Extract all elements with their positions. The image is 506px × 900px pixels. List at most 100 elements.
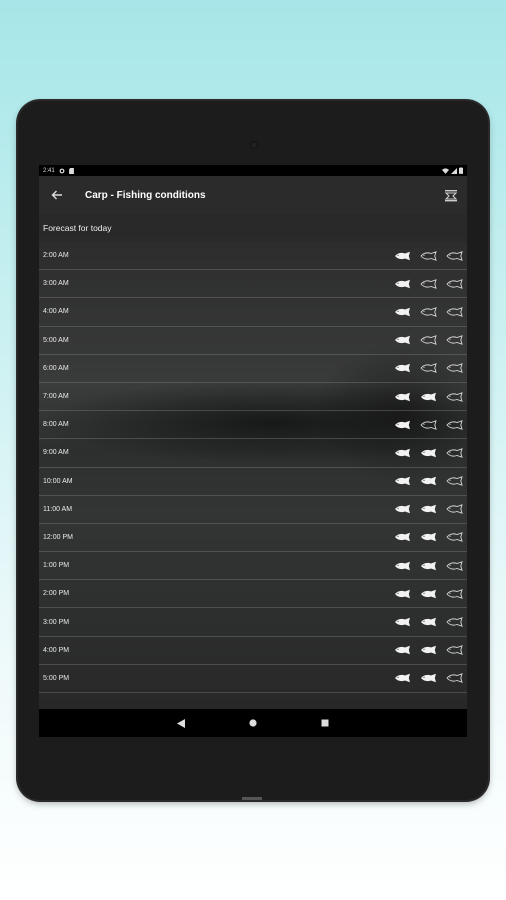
fish-outline-icon — [420, 250, 437, 261]
triangle-back-icon — [177, 718, 185, 728]
forecast-row: 5:00 AM — [39, 327, 467, 355]
app-toolbar: Carp - Fishing conditions — [39, 176, 467, 214]
fish-filled-icon — [395, 364, 410, 373]
page-title: Carp - Fishing conditions — [85, 189, 206, 201]
fish-outline-icon — [446, 617, 463, 627]
rating-fishes — [394, 476, 463, 486]
screen: 2:41 Carp - Fishing conditions Forecast … — [39, 165, 467, 737]
fish-outline-icon — [420, 307, 437, 317]
fish-outline-icon — [446, 645, 463, 656]
battery-icon — [459, 167, 463, 174]
rating-fishes — [394, 363, 463, 374]
square-recents-icon — [321, 719, 329, 727]
nav-back-button[interactable] — [176, 718, 186, 728]
fish-outline-icon — [446, 363, 463, 374]
sync-icon — [59, 168, 65, 173]
rating-fishes — [394, 307, 463, 317]
forecast-time: 12:00 PM — [43, 533, 73, 541]
fish-filled-icon — [395, 589, 410, 599]
forecast-time: 4:00 PM — [43, 646, 70, 654]
forecast-time: 10:00 AM — [43, 477, 73, 485]
layers-menu-icon — [444, 190, 458, 202]
fish-filled-icon — [421, 561, 436, 570]
front-camera — [250, 141, 258, 149]
forecast-time: 8:00 AM — [43, 421, 69, 429]
rating-fishes — [394, 391, 463, 402]
forecast-panel: Forecast for today 2:00 AM 3:00 AM 4:00 AM… — [39, 214, 467, 709]
rating-fishes — [394, 419, 463, 430]
forecast-time: 5:00 AM — [43, 336, 69, 344]
fish-outline-icon — [446, 673, 463, 684]
layers-menu-button[interactable] — [443, 187, 459, 203]
sd-card-icon — [68, 167, 74, 174]
arrow-left-icon — [51, 190, 62, 199]
fish-filled-icon — [421, 646, 436, 655]
fish-outline-icon — [446, 335, 463, 346]
fish-filled-icon — [395, 505, 410, 514]
tablet-frame: 2:41 Carp - Fishing conditions Forecast … — [18, 101, 488, 800]
signal-icon — [451, 167, 457, 174]
forecast-row: 8:00 AM — [39, 411, 467, 440]
fish-filled-icon — [421, 392, 436, 401]
status-bar: 2:41 — [39, 165, 467, 176]
forecast-row: 2:00 AM — [39, 242, 467, 271]
fish-outline-icon — [446, 504, 463, 515]
forecast-time: 3:00 AM — [43, 280, 69, 288]
forecast-header: Forecast for today — [39, 214, 467, 242]
fish-filled-icon — [421, 589, 436, 599]
status-time: 2:41 — [43, 167, 55, 174]
fish-outline-icon — [446, 419, 463, 430]
rating-fishes — [394, 588, 463, 599]
nav-recents-button[interactable] — [320, 718, 330, 728]
fish-filled-icon — [395, 279, 410, 288]
fish-outline-icon — [420, 419, 437, 430]
forecast-time: 4:00 AM — [43, 308, 69, 316]
fish-filled-icon — [421, 674, 436, 683]
forecast-time: 1:00 PM — [43, 562, 70, 570]
device-home-bar — [242, 797, 262, 800]
fish-filled-icon — [395, 533, 410, 542]
forecast-row: 10:00 AM — [39, 468, 467, 496]
fish-outline-icon — [446, 250, 463, 261]
forecast-list: 2:00 AM 3:00 AM 4:00 AM 5:00 AM 6:00 AM 7:00 … — [39, 242, 467, 693]
forecast-row: 3:00 AM — [39, 270, 467, 299]
fish-filled-icon — [421, 533, 436, 542]
forecast-time: 2:00 PM — [43, 590, 70, 598]
fish-filled-icon — [395, 617, 410, 627]
wifi-icon — [442, 167, 449, 174]
fish-outline-icon — [446, 391, 463, 402]
rating-fishes — [394, 335, 463, 346]
forecast-row: 12:00 PM — [39, 524, 467, 553]
fish-filled-icon — [421, 476, 436, 486]
fish-filled-icon — [421, 448, 436, 458]
fish-filled-icon — [395, 476, 410, 486]
rating-fishes — [394, 504, 463, 515]
fish-outline-icon — [446, 588, 463, 599]
forecast-row: 1:00 PM — [39, 552, 467, 581]
forecast-time: 2:00 AM — [43, 252, 69, 260]
rating-fishes — [394, 250, 463, 261]
forecast-row: 2:00 PM — [39, 580, 467, 609]
forecast-time: 7:00 AM — [43, 393, 69, 401]
fish-filled-icon — [395, 646, 410, 655]
rating-fishes — [394, 448, 463, 458]
fish-outline-icon — [420, 363, 437, 374]
fish-filled-icon — [395, 561, 410, 570]
back-button[interactable] — [51, 188, 67, 203]
nav-home-button[interactable] — [248, 718, 258, 728]
fish-outline-icon — [446, 532, 463, 543]
fish-outline-icon — [446, 307, 463, 317]
fish-filled-icon — [421, 505, 436, 514]
rating-fishes — [394, 645, 463, 656]
forecast-time: 11:00 AM — [43, 505, 73, 513]
fish-outline-icon — [420, 335, 437, 346]
circle-home-icon — [249, 719, 257, 727]
fish-filled-icon — [395, 392, 410, 401]
rating-fishes — [394, 532, 463, 543]
fish-outline-icon — [446, 560, 463, 571]
forecast-row: 11:00 AM — [39, 496, 467, 524]
rating-fishes — [394, 278, 463, 289]
forecast-time: 6:00 AM — [43, 364, 69, 372]
forecast-row: 3:00 PM — [39, 608, 467, 637]
forecast-time: 3:00 PM — [43, 618, 70, 626]
